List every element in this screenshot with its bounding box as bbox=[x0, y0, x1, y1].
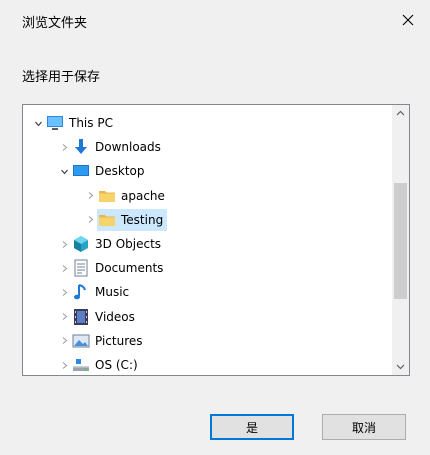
expand-chevron-right-icon[interactable] bbox=[57, 329, 71, 353]
dialog-title: 浏览文件夹 bbox=[22, 16, 88, 31]
tree-item[interactable]: Documents bbox=[23, 256, 391, 280]
tree-item-content[interactable]: apache bbox=[97, 185, 169, 207]
folder-icon bbox=[97, 210, 117, 230]
chevron-down-icon bbox=[396, 364, 405, 370]
tree-item-label: Music bbox=[95, 285, 130, 300]
tree-item[interactable]: OS (C:) bbox=[23, 353, 391, 375]
tree-item-content[interactable]: Desktop bbox=[71, 160, 149, 182]
expand-chevron-right-icon[interactable] bbox=[83, 184, 97, 208]
tree-item-label: Documents bbox=[95, 261, 164, 276]
tree-item-content[interactable]: This PC bbox=[45, 112, 117, 134]
vertical-scrollbar[interactable] bbox=[392, 105, 409, 375]
tree-item-content[interactable]: Downloads bbox=[71, 136, 165, 158]
expand-chevron-down-icon[interactable] bbox=[31, 111, 45, 135]
expand-chevron-right-icon[interactable] bbox=[57, 232, 71, 256]
tree-item-label: 3D Objects bbox=[95, 237, 162, 251]
tree-item[interactable]: Music bbox=[23, 280, 391, 304]
ok-button[interactable]: 是 bbox=[210, 414, 294, 440]
expand-chevron-right-icon[interactable] bbox=[57, 256, 71, 280]
scroll-up-button[interactable] bbox=[392, 105, 409, 122]
tree-item-content[interactable]: Videos bbox=[71, 306, 139, 328]
expand-chevron-right-icon[interactable] bbox=[57, 305, 71, 329]
browse-folder-dialog: 浏览文件夹 选择用于保存 This PC Downloads Desktop apac… bbox=[0, 0, 430, 455]
tree-item-content[interactable]: Pictures bbox=[71, 330, 147, 352]
chevron-up-icon bbox=[396, 110, 405, 116]
expand-chevron-right-icon[interactable] bbox=[57, 280, 71, 304]
tree-item-label: Downloads bbox=[95, 140, 161, 155]
desktop-icon bbox=[71, 161, 91, 181]
tree-item-content[interactable]: OS (C:) bbox=[71, 354, 142, 375]
tree-item[interactable]: This PC bbox=[23, 111, 391, 135]
tree-item-label: Testing bbox=[121, 212, 164, 227]
expand-chevron-right-icon[interactable] bbox=[57, 353, 71, 375]
tree-item[interactable]: Pictures bbox=[23, 329, 391, 353]
tree-item-label: This PC bbox=[69, 116, 113, 130]
pictures-icon bbox=[71, 331, 91, 351]
tree-item-content[interactable]: 3D Objects bbox=[71, 233, 165, 255]
videos-icon bbox=[71, 307, 91, 327]
folder-tree[interactable]: This PC Downloads Desktop apache Testing 3D O… bbox=[22, 104, 410, 376]
tree-item-content[interactable]: Documents bbox=[71, 257, 167, 279]
expand-chevron-right-icon[interactable] bbox=[57, 135, 71, 159]
close-button[interactable] bbox=[386, 0, 430, 40]
music-icon bbox=[71, 282, 91, 302]
tree-item[interactable]: Videos bbox=[23, 305, 391, 329]
documents-icon bbox=[71, 258, 91, 278]
downloads-icon bbox=[71, 137, 91, 157]
scroll-thumb[interactable] bbox=[394, 183, 407, 299]
folder-icon bbox=[97, 186, 117, 206]
tree-item-label: Videos bbox=[95, 309, 135, 324]
expand-chevron-right-icon[interactable] bbox=[83, 208, 97, 232]
dialog-prompt: 选择用于保存 bbox=[22, 70, 101, 85]
expand-chevron-down-icon[interactable] bbox=[57, 159, 71, 183]
tree-item-label: Pictures bbox=[95, 333, 143, 348]
tree-item-label: OS (C:) bbox=[95, 358, 138, 372]
title-bar: 浏览文件夹 bbox=[0, 0, 430, 40]
drive-icon bbox=[71, 355, 91, 375]
this-pc-icon bbox=[45, 113, 65, 133]
tree-item-content[interactable]: Music bbox=[71, 281, 133, 303]
cancel-button[interactable]: 取消 bbox=[322, 414, 406, 440]
tree-item[interactable]: Desktop bbox=[23, 159, 391, 183]
tree-item-label: apache bbox=[121, 188, 165, 203]
tree-item[interactable]: Downloads bbox=[23, 135, 391, 159]
tree-item[interactable]: apache bbox=[23, 184, 391, 208]
tree-item[interactable]: 3D Objects bbox=[23, 232, 391, 256]
close-icon bbox=[402, 14, 414, 26]
tree-item[interactable]: Testing bbox=[23, 208, 391, 232]
tree-item-label: Desktop bbox=[95, 164, 145, 179]
tree-item-content[interactable]: Testing bbox=[97, 208, 168, 231]
3d-objects-icon bbox=[71, 234, 91, 254]
scroll-down-button[interactable] bbox=[392, 358, 409, 375]
